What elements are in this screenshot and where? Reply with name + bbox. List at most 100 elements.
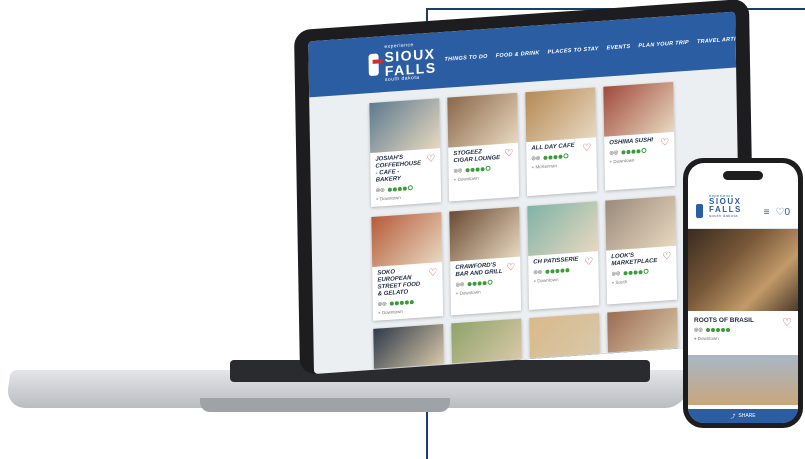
listing-location-text: McKennan <box>535 162 557 170</box>
listing-image[interactable] <box>529 313 600 358</box>
phone-logo-icon <box>696 204 704 218</box>
share-bar[interactable]: ⤴ SHARE <box>688 409 798 423</box>
nav-travel-articles[interactable]: TRAVEL ARTICLES <box>697 35 741 45</box>
listing-card[interactable]: ♡ CRAWFORD'S BAR AND GRILL ◎◎ ⌖ Downtown <box>449 206 522 316</box>
tripadvisor-icon: ◎◎ <box>531 155 541 162</box>
hamburger-menu-icon[interactable]: ≡ <box>764 207 770 218</box>
listing-location: ⌖ Downtown <box>609 157 635 165</box>
laptop-base-lip <box>200 398 450 412</box>
rating-dot <box>387 187 392 192</box>
listing-image[interactable] <box>447 92 519 148</box>
listing-image[interactable] <box>525 87 597 143</box>
listing-location: ⌖ Downtown <box>453 175 479 183</box>
phone-card-rating: ◎◎ <box>694 327 792 333</box>
rating-dot <box>641 148 647 154</box>
rating-dot <box>394 300 399 305</box>
rating-dot <box>705 328 710 332</box>
rating-dot <box>725 328 730 332</box>
rating-dot <box>636 149 641 154</box>
phone-card-location: ⌖ Downtown <box>694 336 719 341</box>
laptop-display: experience SIOUX FALLS south dakota THIN… <box>308 11 741 375</box>
listing-card[interactable] <box>529 313 600 358</box>
rating-dot <box>550 269 555 274</box>
rating-dot <box>555 268 560 274</box>
listing-image[interactable] <box>369 98 441 154</box>
rating-dot <box>621 150 626 155</box>
listing-location: ⌖ Downtown <box>455 289 481 296</box>
listing-card[interactable]: ♡ JOSIAH'S COFFEEHOUSE - CAFE - BAKERY ◎◎ ⌖… <box>369 98 442 208</box>
rating-dot <box>397 186 402 191</box>
rating-dot <box>485 165 491 172</box>
favorite-heart-icon[interactable]: ♡ <box>582 143 591 155</box>
favorite-heart-icon[interactable]: ♡ <box>428 267 437 279</box>
listing-location-text: South <box>615 278 628 285</box>
listing-image[interactable] <box>607 307 678 353</box>
listing-image[interactable] <box>527 201 599 257</box>
rating-dot <box>558 154 563 159</box>
listing-location: ⌖ McKennan <box>531 162 557 170</box>
phone-card-heart-icon[interactable]: ♡ <box>782 316 792 329</box>
rating-dot <box>480 166 485 172</box>
listing-card[interactable] <box>451 318 522 364</box>
share-label: SHARE <box>738 413 756 419</box>
nav-events[interactable]: EVENTS <box>607 44 631 52</box>
phone-favorites-count: 0 <box>784 207 790 218</box>
listing-card[interactable]: ♡ ALL DAY CAFE ◎◎ ⌖ McKennan <box>525 87 598 197</box>
rating-dot <box>487 279 493 286</box>
favorite-heart-icon[interactable]: ♡ <box>426 154 435 166</box>
phone-logo-tagline: south dakota <box>709 213 738 218</box>
listing-image[interactable] <box>605 195 677 251</box>
phone-card[interactable]: ROOTS OF BRASIL ♡ ◎◎ ⌖ Downtown <box>688 311 798 347</box>
rating-dot <box>638 269 643 275</box>
listing-card[interactable] <box>607 307 678 353</box>
favorite-heart-icon[interactable]: ♡ <box>506 262 515 274</box>
listing-card[interactable]: ♡ CH PATISSERIE ◎◎ ⌖ Downtown <box>527 201 600 310</box>
phone-card-location-text: Downtown <box>697 336 719 341</box>
favorite-heart-icon[interactable]: ♡ <box>660 137 669 149</box>
favorite-heart-icon[interactable]: ♡ <box>584 256 593 268</box>
logo-title: SIOUX FALLS <box>384 45 437 80</box>
phone-card-title: ROOTS OF BRASIL <box>694 317 754 324</box>
listing-location: ⌖ Downtown <box>377 308 403 316</box>
nav-places-to-stay[interactable]: PLACES TO STAY <box>548 46 599 56</box>
listing-image[interactable] <box>603 81 675 137</box>
rating-dot <box>472 281 477 286</box>
rating-dot <box>399 300 404 305</box>
listing-location-text: Downtown <box>457 175 479 182</box>
rating-dot <box>482 280 487 286</box>
nav-food-drink[interactable]: FOOD & DRINK <box>496 50 540 59</box>
listing-location: ⌖ Downtown <box>533 276 559 284</box>
rating-dot <box>470 167 475 172</box>
nav-things-to-do[interactable]: THINGS TO DO <box>444 54 487 63</box>
rating-dot <box>404 299 409 305</box>
rating-dot <box>626 149 631 155</box>
listing-image[interactable] <box>449 206 521 262</box>
phone-heart-icon[interactable]: ♡0 <box>775 207 790 218</box>
listing-card[interactable] <box>373 323 444 369</box>
phone-card-image[interactable] <box>688 229 798 311</box>
share-icon: ⤴ <box>730 413 736 420</box>
listing-image[interactable] <box>373 323 444 369</box>
listing-card[interactable]: ♡ LOOK'S MARKETPLACE ◎◎ ⌖ South <box>605 195 678 305</box>
rating-dot <box>548 155 553 160</box>
site-logo[interactable]: experience SIOUX FALLS south dakota <box>368 41 444 84</box>
rating-dot <box>563 153 569 159</box>
listing-card[interactable]: ♡ SOKO EUROPEAN STREET FOOD & GELATO ◎◎ ⌖ D… <box>371 212 444 321</box>
tripadvisor-icon: ◎◎ <box>533 268 543 276</box>
phone-logo-title: SIOUX FALLS <box>709 197 742 214</box>
phone-logo[interactable]: experience SIOUX FALLS south dakota <box>709 194 758 218</box>
listing-card[interactable]: ♡ OSHIMA SUSHI ◎◎ ⌖ Downtown <box>603 81 676 191</box>
listing-image[interactable] <box>451 318 522 364</box>
rating-dot <box>553 154 558 160</box>
rating-dot <box>710 328 715 332</box>
favorite-heart-icon[interactable]: ♡ <box>504 148 513 160</box>
listing-card[interactable]: ♡ STOGEEZ CIGAR LOUNGE ◎◎ ⌖ Downtown <box>447 92 520 202</box>
phone-screen: experience SIOUX FALLS south dakota ≡ ♡0… <box>688 163 798 423</box>
listing-location-text: Downtown <box>379 194 401 201</box>
listing-image[interactable] <box>371 212 443 267</box>
listing-location-text: Downtown <box>381 308 403 315</box>
phone-card-image-2[interactable] <box>688 355 798 405</box>
favorite-heart-icon[interactable]: ♡ <box>662 251 671 263</box>
rating-dot <box>715 328 720 332</box>
nav-plan-your-trip[interactable]: PLAN YOUR TRIP <box>638 40 689 50</box>
